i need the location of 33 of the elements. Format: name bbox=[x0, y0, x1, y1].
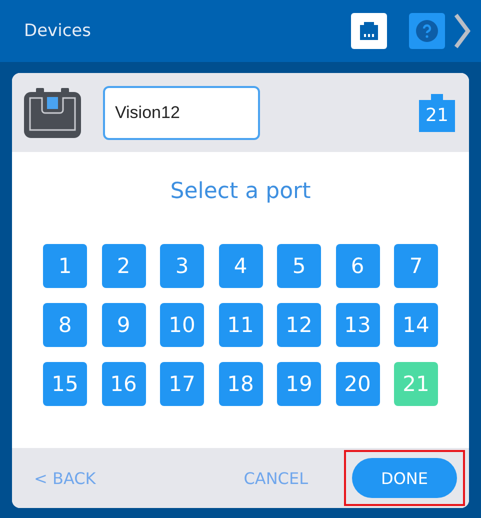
done-button[interactable]: DONE bbox=[352, 458, 457, 498]
select-port-heading: Select a port bbox=[170, 179, 311, 204]
port-button[interactable]: 11 bbox=[218, 303, 262, 347]
device-name-field[interactable]: Vision12 bbox=[103, 86, 260, 140]
ethernet-port-icon bbox=[359, 21, 379, 41]
port-button[interactable]: 2 bbox=[102, 244, 146, 288]
port-button[interactable]: 19 bbox=[277, 362, 321, 406]
port-button[interactable]: 3 bbox=[160, 244, 204, 288]
port-button[interactable]: 5 bbox=[277, 244, 321, 288]
port-button[interactable]: 4 bbox=[218, 244, 262, 288]
back-link[interactable]: < BACK bbox=[34, 468, 96, 488]
port-button[interactable]: 7 bbox=[394, 244, 438, 288]
port-button[interactable]: 21 bbox=[394, 362, 438, 406]
help-icon bbox=[415, 19, 439, 43]
port-button[interactable]: 13 bbox=[336, 303, 380, 347]
port-button[interactable]: 10 bbox=[160, 303, 204, 347]
port-button[interactable]: 14 bbox=[394, 303, 438, 347]
port-button[interactable]: 12 bbox=[277, 303, 321, 347]
brain-device-icon bbox=[24, 88, 81, 138]
port-button[interactable]: 9 bbox=[102, 303, 146, 347]
port-button[interactable]: 18 bbox=[218, 362, 262, 406]
chevron-right-icon[interactable] bbox=[453, 13, 471, 49]
help-button[interactable] bbox=[409, 13, 445, 49]
port-button[interactable]: 16 bbox=[102, 362, 146, 406]
cancel-link[interactable]: CANCEL bbox=[244, 468, 308, 488]
ethernet-port-button[interactable] bbox=[351, 13, 387, 49]
port-button[interactable]: 17 bbox=[160, 362, 204, 406]
header-title: Devices bbox=[24, 21, 92, 41]
port-button[interactable]: 8 bbox=[43, 303, 87, 347]
port-button[interactable]: 20 bbox=[336, 362, 380, 406]
port-button[interactable]: 15 bbox=[43, 362, 87, 406]
port-button[interactable]: 1 bbox=[43, 244, 87, 288]
port-button[interactable]: 6 bbox=[336, 244, 380, 288]
